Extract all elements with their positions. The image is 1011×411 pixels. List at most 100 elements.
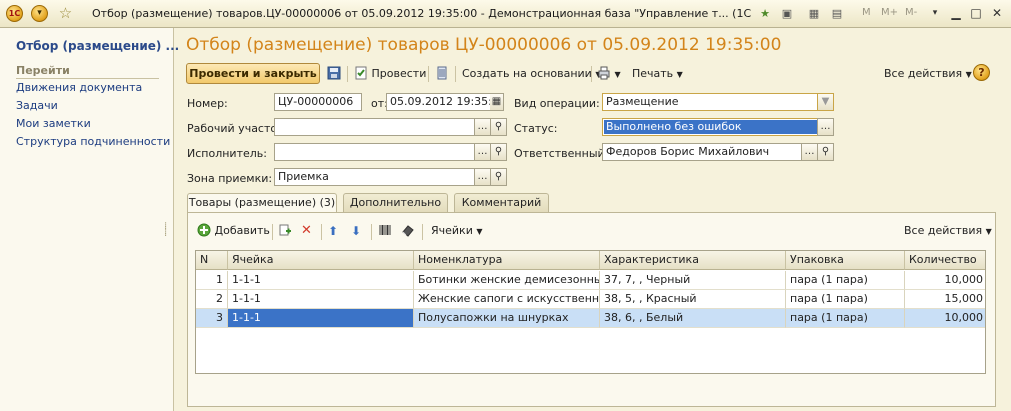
dropdown-icon[interactable]: ▾: [927, 5, 943, 21]
help-icon[interactable]: ?: [973, 64, 990, 81]
table-row-package[interactable]: пара (1 пара): [786, 309, 905, 328]
calculator-icon[interactable]: ▦: [806, 6, 822, 22]
print-label: Печать: [632, 67, 674, 80]
date-field[interactable]: 05.09.2012 19:35:00: [386, 93, 491, 111]
table-all-actions-button[interactable]: Все действия ▼: [904, 222, 992, 240]
workplace-field[interactable]: [274, 118, 475, 136]
close-icon[interactable]: ✕: [989, 5, 1005, 21]
tab-goods[interactable]: Товары (размещение) (3): [187, 193, 337, 213]
add-favorite-icon[interactable]: ★: [757, 6, 773, 22]
panel-splitter-handle[interactable]: ⁞ ⁞: [164, 222, 170, 253]
all-actions-label: Все действия: [884, 67, 963, 80]
maximize-icon[interactable]: □: [968, 5, 984, 21]
eraser-icon[interactable]: [401, 222, 415, 240]
chevron-down-icon[interactable]: ▼: [817, 93, 834, 111]
add-icon: [197, 223, 211, 237]
toolbar-divider: [347, 66, 348, 82]
search-icon[interactable]: ⚲: [490, 143, 507, 161]
save-icon[interactable]: [327, 65, 341, 83]
calendar-icon[interactable]: ▦: [490, 93, 504, 111]
table-row-quantity[interactable]: 15,000: [905, 290, 985, 309]
column-header-item[interactable]: Номенклатура: [414, 251, 600, 270]
form-toolbar: Провести и закрыть Провести Создать на о…: [175, 62, 1011, 86]
choose-icon[interactable]: …: [474, 118, 491, 136]
all-actions-button[interactable]: Все действия ▼: [884, 65, 972, 83]
number-field[interactable]: ЦУ-00000006: [274, 93, 362, 111]
table-row-characteristic[interactable]: 38, 5, , Красный: [600, 290, 786, 309]
create-based-on-button[interactable]: Создать на основании ▼: [462, 65, 602, 83]
table-row-n[interactable]: 1: [196, 271, 228, 290]
post-button-label: Провести: [371, 67, 427, 80]
print-preview-button[interactable]: ▼: [597, 65, 621, 83]
memory-mplus-button[interactable]: M+: [881, 7, 898, 18]
column-header-package[interactable]: Упаковка: [786, 251, 905, 270]
move-up-icon[interactable]: ⬆: [328, 222, 338, 240]
calendar-icon[interactable]: ▤: [829, 6, 845, 22]
table-row-quantity[interactable]: 10,000: [905, 271, 985, 290]
chevron-down-icon: ▼: [476, 227, 483, 236]
toolbar-divider: [422, 224, 423, 240]
cells-menu-button[interactable]: Ячейки ▼: [431, 222, 483, 240]
goods-table[interactable]: N Ячейка Номенклатура Характеристика Упа…: [195, 250, 986, 374]
table-row-package[interactable]: пара (1 пара): [786, 290, 905, 309]
choose-icon[interactable]: …: [474, 168, 491, 186]
table-row-characteristic[interactable]: 37, 7, , Черный: [600, 271, 786, 290]
table-row-quantity[interactable]: 10,000: [905, 309, 985, 328]
nav-link-structure[interactable]: Структура подчиненности: [16, 135, 170, 148]
column-header-cell[interactable]: Ячейка: [228, 251, 414, 270]
move-down-icon[interactable]: ⬇: [351, 222, 361, 240]
table-row-n[interactable]: 3: [196, 309, 228, 328]
chevron-down-icon: ▼: [614, 70, 621, 79]
status-label: Статус:: [514, 122, 558, 135]
copy-row-icon[interactable]: [278, 222, 292, 240]
operation-select[interactable]: Размещение: [602, 93, 819, 111]
minimize-icon[interactable]: ▁: [948, 5, 964, 21]
tab-comment[interactable]: Комментарий: [454, 193, 549, 212]
choose-icon[interactable]: …: [801, 143, 818, 161]
nav-link-movements[interactable]: Движения документа: [16, 81, 142, 94]
column-header-characteristic[interactable]: Характеристика: [600, 251, 786, 270]
status-field[interactable]: Выполнено без ошибок: [602, 118, 819, 136]
zone-field[interactable]: Приемка: [274, 168, 475, 186]
link-icon[interactable]: ▣: [779, 6, 795, 22]
app-logo-icon[interactable]: 1С: [6, 5, 23, 22]
memory-m-button[interactable]: M: [862, 7, 871, 18]
print-button[interactable]: Печать ▼: [632, 65, 683, 83]
document-list-icon[interactable]: [435, 65, 449, 83]
table-row-item[interactable]: Женские сапоги с искусственн...: [414, 290, 600, 309]
table-all-actions-label: Все действия: [904, 224, 983, 237]
column-header-n[interactable]: N: [196, 251, 228, 270]
post-icon: [355, 66, 367, 80]
search-icon[interactable]: ⚲: [490, 168, 507, 186]
post-and-close-button[interactable]: Провести и закрыть: [186, 63, 320, 84]
search-icon[interactable]: ⚲: [817, 143, 834, 161]
choose-icon[interactable]: …: [474, 143, 491, 161]
memory-mminus-button[interactable]: M-: [905, 7, 917, 18]
table-row-characteristic[interactable]: 38, 6, , Белый: [600, 309, 786, 328]
executor-field[interactable]: [274, 143, 475, 161]
post-button[interactable]: Провести: [354, 65, 426, 83]
table-row-package[interactable]: пара (1 пара): [786, 271, 905, 290]
table-row-cell-selected[interactable]: 1-1-1: [228, 309, 414, 328]
toolbar-divider: [591, 66, 592, 82]
tab-additional[interactable]: Дополнительно: [343, 193, 448, 212]
table-row-n[interactable]: 2: [196, 290, 228, 309]
status-value: Выполнено без ошибок: [604, 120, 817, 134]
delete-icon[interactable]: ✕: [301, 222, 312, 240]
add-row-button[interactable]: Добавить: [197, 222, 270, 240]
nav-document-title[interactable]: Отбор (размещение) ...: [16, 39, 179, 53]
table-row-cell[interactable]: 1-1-1: [228, 290, 414, 309]
search-icon[interactable]: ⚲: [490, 118, 507, 136]
table-row-cell[interactable]: 1-1-1: [228, 271, 414, 290]
nav-link-notes[interactable]: Мои заметки: [16, 117, 91, 130]
window-title: Отбор (размещение) товаров.ЦУ-00000006 о…: [92, 7, 752, 20]
choose-icon[interactable]: …: [817, 118, 834, 136]
barcode-icon[interactable]: [378, 222, 392, 240]
main-menu-icon[interactable]: ▾: [31, 5, 48, 22]
responsible-field[interactable]: Федоров Борис Михайлович: [602, 143, 803, 161]
table-row-item[interactable]: Полусапожки на шнурках: [414, 309, 600, 328]
favorite-star-icon[interactable]: ☆: [57, 5, 74, 22]
nav-link-tasks[interactable]: Задачи: [16, 99, 58, 112]
table-row-item[interactable]: Ботинки женские демисезонные: [414, 271, 600, 290]
column-header-quantity[interactable]: Количество: [905, 251, 985, 270]
